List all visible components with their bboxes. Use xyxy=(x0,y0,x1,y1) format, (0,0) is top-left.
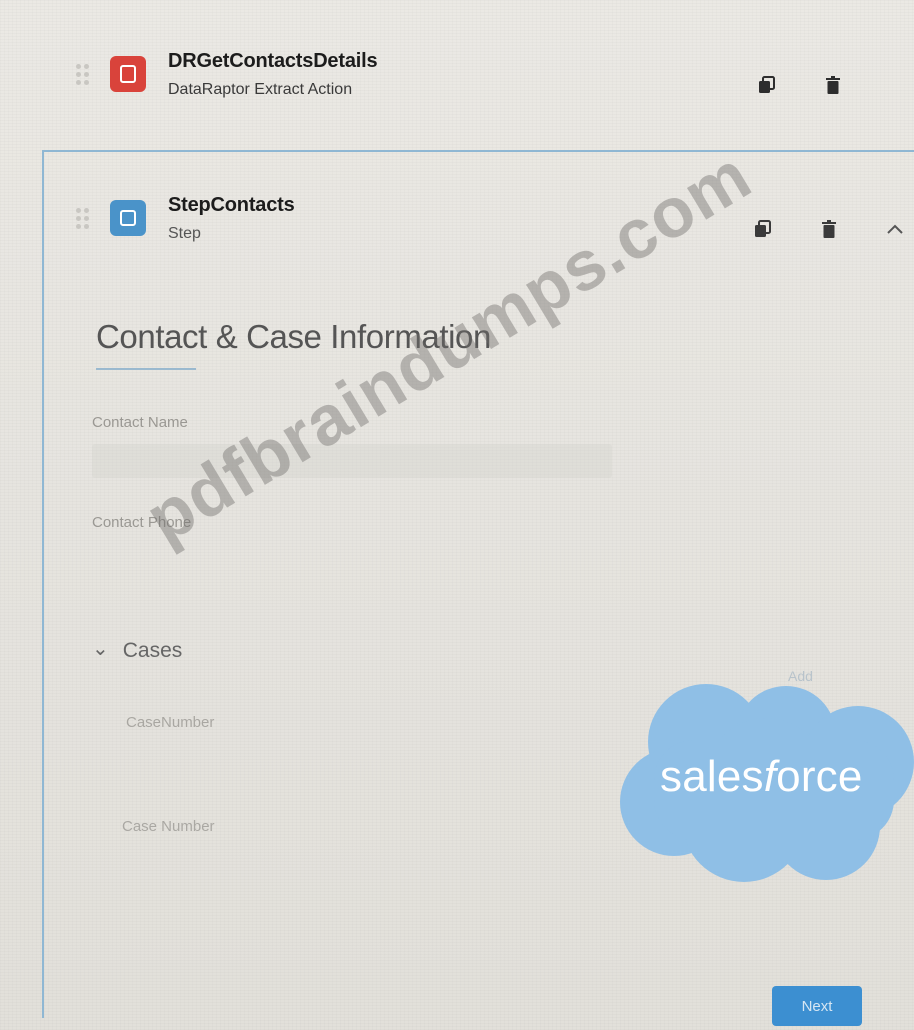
case-number-label: CaseNumber xyxy=(126,714,215,731)
chevron-down-icon[interactable]: ⌄ xyxy=(92,636,109,661)
cases-label: Cases xyxy=(122,638,183,662)
copy-icon[interactable] xyxy=(756,74,778,96)
trash-icon[interactable] xyxy=(822,74,844,96)
drag-handle-icon[interactable] xyxy=(76,201,92,235)
step-actions xyxy=(752,218,906,240)
dataraptor-title: DRGetContactsDetails xyxy=(168,49,378,72)
section-underline xyxy=(96,368,196,370)
next-button[interactable]: Next xyxy=(772,986,862,1026)
case-number-label-2: Case Number xyxy=(122,818,215,835)
step-icon xyxy=(110,200,146,236)
contact-name-input[interactable] xyxy=(92,444,612,478)
contact-name-label: Contact Name xyxy=(92,414,188,431)
contact-phone-label: Contact Phone xyxy=(92,514,192,531)
step-subtitle: Step xyxy=(168,224,201,242)
drag-handle-icon[interactable] xyxy=(76,57,92,91)
step-title: StepContacts xyxy=(168,193,295,216)
chevron-up-icon[interactable] xyxy=(884,218,906,240)
dataraptor-actions xyxy=(756,74,844,96)
copy-icon[interactable] xyxy=(752,218,774,240)
salesforce-logo-text: salesforce xyxy=(660,752,863,801)
dataraptor-icon xyxy=(110,56,146,92)
section-title: Contact & Case Information xyxy=(96,318,491,355)
dataraptor-subtitle: DataRaptor Extract Action xyxy=(168,80,353,98)
salesforce-logo: salesforce xyxy=(614,680,914,895)
cases-block-header[interactable]: ⌄ Cases xyxy=(92,638,182,663)
trash-icon[interactable] xyxy=(818,218,840,240)
